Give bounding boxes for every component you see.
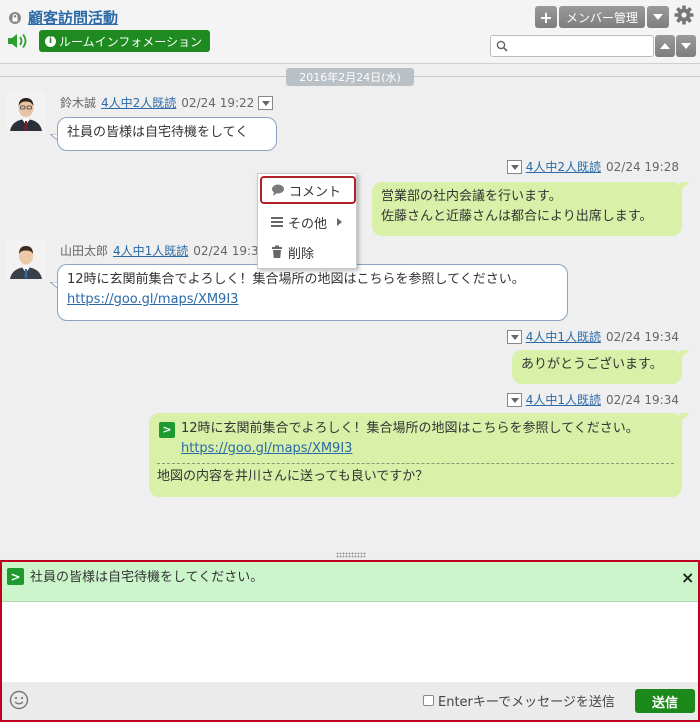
enter-to-send-label[interactable]: Enterキーでメッセージを送信 (438, 691, 615, 710)
message-meta: 鈴木誠 4人中2人既読 02/24 19:22 (60, 94, 274, 111)
gear-icon[interactable] (674, 5, 694, 25)
message-bubble[interactable]: ありがとうございます。 (512, 350, 682, 384)
quoted-text: 社員の皆様は自宅待機をしてください。 (30, 570, 264, 585)
message-bubble[interactable]: 営業部の社内会議を行います。 佐藤さんと近藤さんは都合により出席します。 (372, 182, 682, 236)
message-meta: 4人中1人既読 02/24 19:34 (506, 328, 679, 345)
lock-icon (9, 12, 21, 24)
message-menu-toggle[interactable] (506, 392, 522, 407)
read-status-link[interactable]: 4人中1人既読 (113, 242, 188, 259)
message-bubble[interactable]: 社員の皆様は自宅待機をしてく (57, 117, 277, 151)
avatar[interactable] (6, 239, 46, 279)
read-status-link[interactable]: 4人中1人既読 (526, 328, 601, 345)
message-link[interactable]: https://goo.gl/maps/XM9I3 (181, 441, 352, 456)
quote-icon: > (7, 568, 24, 585)
message-text: 社員の皆様は自宅待機をしてく (67, 125, 249, 140)
room-info-button[interactable]: i ルームインフォメーション (39, 30, 211, 52)
info-icon: i (45, 35, 56, 47)
send-button[interactable]: 送信 (635, 689, 695, 713)
search-input[interactable] (511, 37, 649, 55)
member-management-button[interactable]: メンバー管理 (559, 6, 645, 28)
read-status-link[interactable]: 4人中2人既読 (101, 94, 176, 111)
message-text: ありがとうございます。 (521, 357, 663, 372)
emoji-icon[interactable] (9, 690, 29, 710)
message-text: 営業部の社内会議を行います。 (381, 189, 562, 204)
message-meta: 4人中2人既読 02/24 19:28 (506, 158, 679, 175)
member-menu-dropdown[interactable] (647, 6, 669, 28)
message-text: 地図の内容を井川さんに送っても良いですか？ (157, 463, 674, 487)
add-button[interactable]: + (535, 6, 557, 28)
list-icon (271, 217, 283, 227)
menu-item-label: 削除 (288, 246, 315, 262)
search-icon (496, 40, 508, 52)
message-bubble[interactable]: 12時に玄関前集合でよろしく！集合場所の地図はこちらを参照してください。 htt… (57, 264, 568, 321)
sender-name: 鈴木誠 (60, 96, 97, 110)
room-info-label: ルームインフォメーション (59, 34, 203, 49)
message-bubble[interactable]: > 12時に玄関前集合でよろしく！集合場所の地図はこちらを参照してください。 h… (149, 413, 682, 497)
message-composer: > 社員の皆様は自宅待機をしてください。 × Enterキーでメッセージを送信 … (0, 560, 700, 722)
chevron-down-icon (653, 14, 663, 20)
room-title[interactable]: 顧客訪問活動 (28, 7, 118, 28)
enter-to-send-checkbox[interactable] (423, 695, 434, 706)
message-meta: 4人中1人既読 02/24 19:34 (506, 391, 679, 408)
read-status-link[interactable]: 4人中2人既読 (526, 158, 601, 175)
menu-item-delete[interactable]: 削除 (258, 238, 358, 266)
message-menu-toggle[interactable] (258, 95, 274, 110)
message-time: 02/24 19:34 (606, 329, 679, 344)
chevron-up-icon (660, 43, 670, 49)
quote-icon: > (159, 422, 175, 438)
message-time: 02/24 19:28 (606, 159, 679, 174)
avatar[interactable] (6, 91, 46, 131)
message-link[interactable]: https://goo.gl/maps/XM9I3 (67, 292, 238, 307)
message-context-menu: コメント その他 削除 (257, 173, 357, 269)
message-text: 佐藤さんと近藤さんは都合により出席します。 (381, 209, 653, 224)
comment-icon (272, 184, 284, 196)
chevron-down-icon (681, 43, 691, 49)
room-header: 顧客訪問活動 i ルームインフォメーション + メンバー管理 (0, 0, 700, 64)
search-next-button[interactable] (676, 35, 696, 57)
quoted-text: 12時に玄関前集合でよろしく！集合場所の地図はこちらを参照してください。 (181, 421, 639, 436)
date-separator: 2016年2月24日(水) (286, 68, 414, 86)
menu-item-label: コメント (289, 184, 342, 200)
search-prev-button[interactable] (655, 35, 675, 57)
reply-quote-bar: > 社員の皆様は自宅待機をしてください。 × (2, 562, 698, 602)
message-input[interactable] (2, 602, 698, 682)
message-time: 02/24 19:33 (193, 243, 267, 258)
read-status-link[interactable]: 4人中1人既読 (526, 391, 601, 408)
quoted-message[interactable]: > 12時に玄関前集合でよろしく！集合場所の地図はこちらを参照してください。 h… (157, 419, 674, 459)
message-menu-toggle[interactable] (506, 159, 522, 174)
trash-icon (272, 245, 282, 258)
menu-item-other[interactable]: その他 (258, 208, 358, 236)
chevron-right-icon (337, 218, 343, 226)
close-icon[interactable]: × (681, 568, 694, 587)
message-menu-toggle[interactable] (506, 329, 522, 344)
menu-item-comment[interactable]: コメント (260, 176, 356, 204)
message-meta: 山田太郎 4人中1人既読 02/24 19:33 (60, 242, 286, 259)
speaker-icon[interactable] (7, 32, 29, 50)
composer-footer: Enterキーでメッセージを送信 送信 (2, 682, 698, 720)
message-time: 02/24 19:34 (606, 392, 679, 407)
message-list[interactable]: 2016年2月24日(水) 鈴木誠 4人中2人既読 02/24 19:22 社員… (0, 64, 700, 554)
resize-handle[interactable] (336, 552, 366, 558)
message-text: 12時に玄関前集合でよろしく！集合場所の地図はこちらを参照してください。 (67, 272, 525, 287)
menu-item-label: その他 (288, 216, 328, 232)
search-box[interactable] (490, 35, 654, 57)
sender-name: 山田太郎 (60, 244, 109, 258)
message-time: 02/24 19:22 (181, 95, 255, 110)
